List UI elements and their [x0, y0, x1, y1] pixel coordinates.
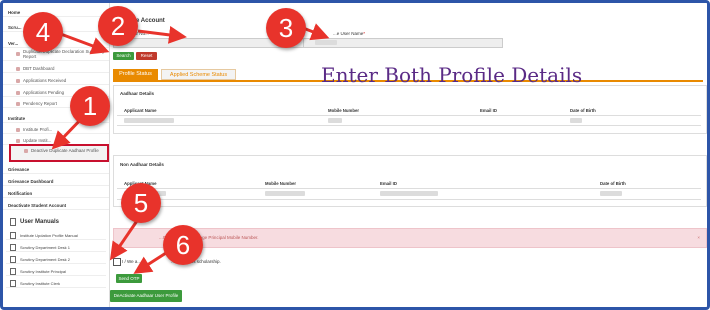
step-badge-5: 5 [121, 183, 161, 223]
arrow-4 [57, 31, 110, 55]
step-badge-4: 4 [23, 12, 63, 52]
step-badge-3: 3 [266, 8, 306, 48]
arrow-6 [133, 251, 167, 274]
screenshot-frame: Home Scru... Ver... Duplicate/Duplicate … [0, 0, 710, 310]
step-badge-2: 2 [98, 6, 138, 46]
step-badge-6: 6 [163, 225, 203, 265]
annotation-arrows [51, 23, 330, 274]
arrow-2 [137, 25, 187, 44]
step-badge-1: 1 [70, 86, 110, 126]
